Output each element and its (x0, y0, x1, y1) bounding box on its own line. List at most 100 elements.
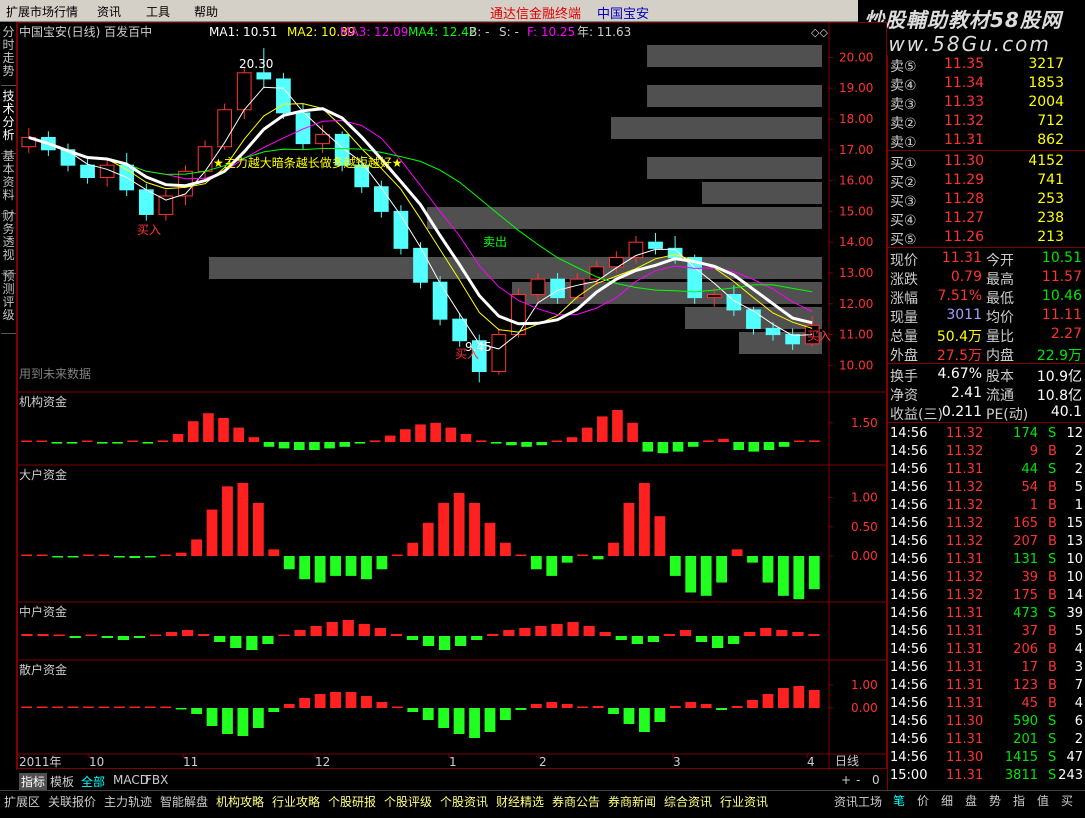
tab-fundamentals[interactable]: 基本资料 (1, 150, 16, 214)
candle-body (706, 294, 722, 299)
right-tab[interactable]: 买 (1061, 792, 1073, 809)
menu-info[interactable]: 资讯 (97, 3, 121, 20)
tick-volume: 37 (1021, 624, 1038, 639)
fin-row: 收益(三) 0.211 PE(动) 40.1 (888, 403, 1085, 423)
fin-label: 流通 (986, 388, 1014, 404)
indicator-bar (612, 410, 623, 442)
f-label: F: 10.25 (527, 25, 575, 39)
tab-macd[interactable]: MACD (113, 773, 149, 787)
status-tab[interactable]: 主力轨迹 (104, 793, 152, 810)
status-tab[interactable]: 行业资讯 (720, 793, 768, 810)
indicator-bar (283, 556, 295, 570)
status-tab[interactable]: 关联报价 (48, 793, 96, 810)
tick-price: 11.32 (946, 444, 984, 459)
indicator-bar (536, 442, 548, 446)
tab-fbx[interactable]: FBX (145, 773, 168, 787)
right-tab[interactable]: 细 (941, 792, 953, 809)
tick-direction: B (1048, 480, 1057, 495)
kline-chart-area[interactable]: 中国宝安(日线) 百发百中 MA1: 10.51 MA2: 10.89 MA3:… (17, 22, 887, 770)
year-label: 年: 11.63 (577, 25, 631, 39)
tab-financial[interactable]: 财务透视 (1, 210, 16, 274)
indicator-bar (51, 442, 63, 444)
right-tab[interactable]: 值 (1037, 792, 1049, 809)
stat-value: 11.11 (1041, 307, 1082, 323)
tick-volume: 175 (1013, 588, 1038, 603)
period-label[interactable]: 日线 (835, 754, 859, 768)
zoom-in-button[interactable]: + (841, 773, 851, 787)
indicator-bar (700, 556, 712, 596)
indicator-bar (191, 539, 202, 556)
indicator-bar (83, 554, 94, 556)
tick-price: 11.32 (946, 588, 984, 603)
menu-tools[interactable]: 工具 (146, 3, 170, 20)
tab-all[interactable]: 全部 (81, 773, 105, 790)
indicator-bar (503, 630, 515, 636)
zoom-out-button[interactable]: - (856, 773, 860, 787)
tab-rating[interactable]: 预测评级 (1, 270, 16, 334)
tick-time: 14:56 (890, 552, 928, 567)
indicator-bar (471, 636, 483, 640)
status-tab[interactable]: 行业攻略 (272, 793, 320, 810)
indicator-bar (500, 542, 511, 556)
tick-time: 14:56 (890, 570, 928, 585)
indicator-bar (222, 708, 233, 734)
ma1-label: MA1: 10.51 (209, 25, 277, 39)
tab-intraday[interactable]: 分时走势 (1, 26, 16, 86)
indicator-bar (627, 422, 638, 442)
status-tab[interactable]: 券商新闻 (608, 793, 656, 810)
tick-time: 15:00 (890, 768, 928, 783)
indicator-bar (330, 556, 341, 576)
menu-help[interactable]: 帮助 (194, 3, 218, 20)
ask-volume: 712 (1037, 113, 1064, 129)
indicator-bar (36, 440, 48, 442)
indicator-bar (657, 442, 669, 454)
status-tab[interactable]: 资讯工场 (834, 793, 882, 810)
menu-extended-market[interactable]: 扩展市场行情 (6, 3, 78, 20)
right-tab[interactable]: 价 (917, 792, 929, 809)
stat-value: 7.51% (937, 288, 982, 304)
indicator-bar (654, 708, 666, 722)
status-tab[interactable]: 个股研报 (328, 793, 376, 810)
status-tab[interactable]: 机构攻略 (216, 793, 264, 810)
zoom-reset-button[interactable]: 0 (872, 773, 880, 787)
stat-label: 均价 (986, 310, 1014, 326)
tick-row: 14:56 11.30 1415 S 47 (888, 749, 1085, 767)
stock-name-title: 中国宝安 (597, 7, 650, 22)
status-tab[interactable]: 扩展区 (4, 793, 40, 810)
status-tab[interactable]: 券商公告 (552, 793, 600, 810)
status-tab[interactable]: 个股资讯 (440, 793, 488, 810)
tab-indicator[interactable]: 指标 (19, 773, 48, 790)
chart-close-icon[interactable]: ◇◇ (811, 26, 828, 39)
indicator-bar (246, 636, 258, 650)
volume-profile-bar (702, 182, 822, 204)
fin-value: 10.8亿 (1036, 388, 1082, 404)
bid-volume: 741 (1037, 172, 1064, 188)
indicator-bar (639, 708, 650, 732)
status-tab[interactable]: 智能解盘 (160, 793, 208, 810)
indicator-bar (283, 704, 295, 708)
status-tab[interactable]: 综合资讯 (664, 793, 712, 810)
status-tab[interactable]: 个股评级 (384, 793, 432, 810)
right-tab[interactable]: 盘 (965, 792, 977, 809)
indicator-bar (669, 556, 681, 576)
ask-level: 卖① (890, 135, 917, 151)
tab-technical[interactable]: 技术分析 (1, 90, 16, 154)
candle-body (530, 278, 546, 296)
ask-volume: 862 (1037, 132, 1064, 148)
tab-template[interactable]: 模板 (50, 773, 74, 790)
tick-row: 14:56 11.31 44 S 2 (888, 461, 1085, 479)
indicator-bar (21, 554, 33, 556)
right-tab[interactable]: 势 (989, 792, 1001, 809)
tick-price: 11.32 (946, 426, 984, 441)
stat-value: 11.57 (1041, 269, 1082, 285)
indicator-bar (314, 556, 326, 583)
tick-price: 11.30 (946, 750, 984, 765)
right-tab[interactable]: 笔 (893, 792, 905, 809)
indicator-bar (728, 636, 740, 644)
status-tab[interactable]: 财经精选 (496, 793, 544, 810)
sell-signal-label: 卖出 (483, 235, 507, 249)
indicator-bar (294, 630, 306, 636)
right-tab[interactable]: 指 (1013, 792, 1025, 809)
indicator-bar (36, 706, 48, 708)
tick-count: 10 (1066, 552, 1083, 567)
